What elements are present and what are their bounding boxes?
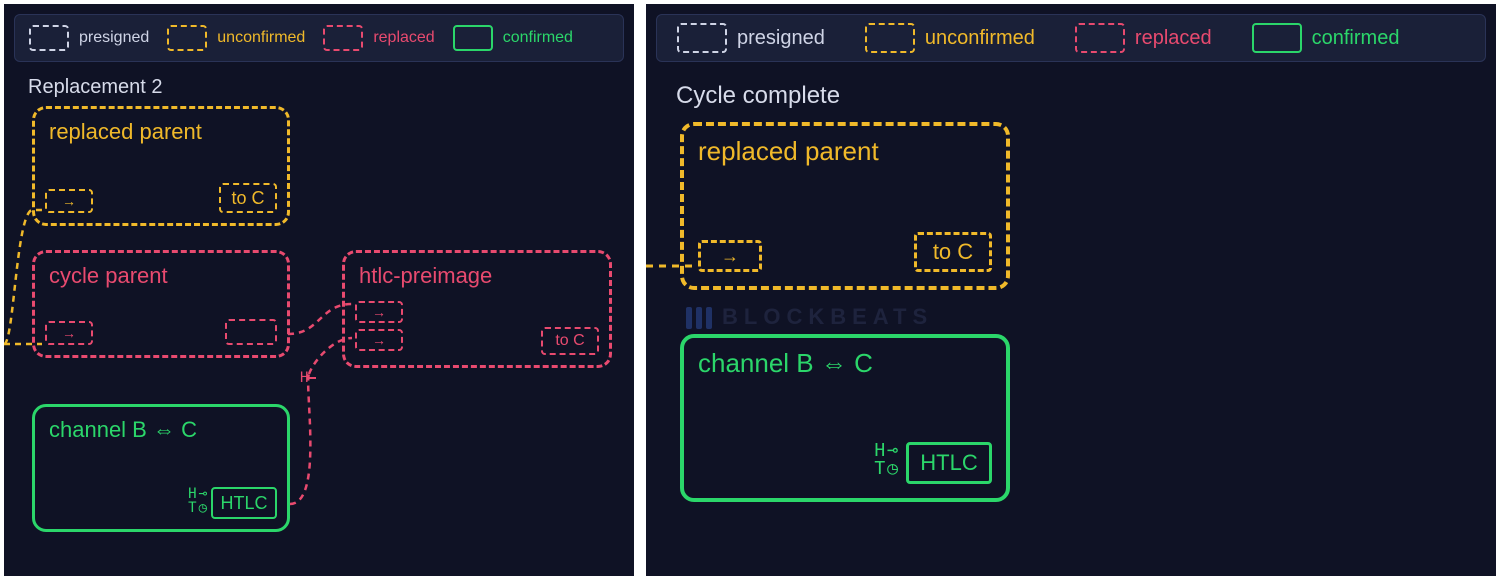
panel-title: Cycle complete [676, 82, 840, 110]
t-label: T [188, 501, 196, 515]
legend-unconfirmed: unconfirmed [865, 23, 1035, 53]
input-stub: → [355, 301, 403, 323]
output-to-c: to C [914, 232, 992, 272]
legend-unconfirmed: unconfirmed [167, 25, 305, 51]
swatch-presigned [29, 25, 69, 51]
watermark-bars-icon [686, 307, 712, 329]
input-stub: → [698, 240, 762, 272]
output-htlc: HTLC [906, 442, 992, 484]
legend-confirmed: confirmed [453, 25, 573, 51]
swatch-presigned [677, 23, 727, 53]
diagram-stage: presigned unconfirmed replaced confirmed… [0, 0, 1504, 580]
box-label: channel B ⇔ C [698, 348, 992, 379]
clock-icon: ◷ [887, 460, 898, 478]
box-channel-b-c: channel B ⇔ C H⊸ T◷ HTLC [32, 404, 290, 532]
box-label: replaced parent [49, 119, 273, 145]
output-htlc: HTLC [211, 487, 277, 519]
clock-icon: ◷ [199, 501, 207, 515]
wire-h-label: H [300, 370, 308, 386]
key-icon: ⊸ [199, 487, 207, 501]
legend-label: unconfirmed [925, 27, 1035, 50]
legend-label: confirmed [1312, 27, 1400, 50]
legend: presigned unconfirmed replaced confirmed [14, 14, 624, 62]
watermark: BLOCKBEATS [686, 304, 933, 330]
legend-label: replaced [1135, 27, 1212, 50]
h-label: H [188, 487, 196, 501]
legend-label: replaced [373, 29, 434, 47]
watermark-text: BLOCKBEATS [722, 304, 933, 329]
input-stub: → [355, 329, 403, 351]
legend-presigned: presigned [677, 23, 825, 53]
legend-label: unconfirmed [217, 29, 305, 47]
box-htlc-preimage: htlc-preimage → → to C [342, 250, 612, 368]
t-label: T [874, 460, 885, 478]
input-stub: → [45, 321, 93, 345]
legend-confirmed: confirmed [1252, 23, 1400, 53]
box-label: cycle parent [49, 263, 273, 289]
panel-title: Replacement 2 [28, 76, 163, 99]
box-replaced-parent: replaced parent → to C [32, 106, 290, 226]
input-stub: → [45, 189, 93, 213]
legend-replaced: replaced [323, 25, 434, 51]
legend-presigned: presigned [29, 25, 149, 51]
swatch-replaced [323, 25, 363, 51]
output-to-c: to C [219, 183, 277, 213]
ht-annotation: H⊸ T◷ [874, 442, 898, 478]
ht-annotation: H⊸ T◷ [188, 487, 207, 515]
box-cycle-parent: cycle parent → [32, 250, 290, 358]
box-replaced-parent: replaced parent → to C [680, 122, 1010, 290]
box-channel-b-c: channel B ⇔ C H⊸ T◷ HTLC [680, 334, 1010, 502]
legend-label: presigned [79, 29, 149, 47]
panel-replacement-2: presigned unconfirmed replaced confirmed… [4, 4, 634, 576]
swatch-confirmed [453, 25, 493, 51]
swatch-confirmed [1252, 23, 1302, 53]
swatch-replaced [1075, 23, 1125, 53]
box-label: channel B ⇔ C [49, 417, 273, 443]
swatch-unconfirmed [167, 25, 207, 51]
swatch-unconfirmed [865, 23, 915, 53]
box-label: replaced parent [698, 136, 992, 167]
legend-label: confirmed [503, 29, 573, 47]
box-label: htlc-preimage [359, 263, 595, 289]
output-stub [225, 319, 277, 345]
legend-label: presigned [737, 27, 825, 50]
panel-cycle-complete: presigned unconfirmed replaced confirmed… [646, 4, 1496, 576]
legend: presigned unconfirmed replaced confirmed [656, 14, 1486, 62]
output-to-c: to C [541, 327, 599, 355]
legend-replaced: replaced [1075, 23, 1212, 53]
